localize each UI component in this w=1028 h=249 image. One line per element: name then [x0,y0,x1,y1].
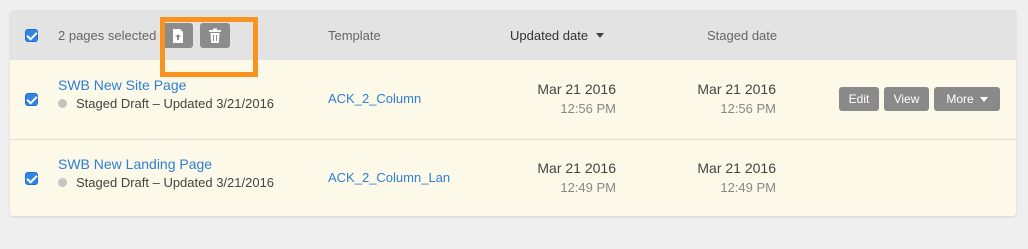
view-button-label: View [893,92,920,106]
page-status: Staged Draft – Updated 3/21/2016 [76,175,275,190]
more-button-label: More [946,92,974,106]
select-all-checkbox[interactable] [25,29,38,42]
row-checkbox[interactable] [25,172,38,185]
view-button[interactable]: View [884,87,929,111]
status-dot-icon [58,178,67,187]
sort-descending-icon[interactable] [596,33,604,38]
staged-time: 12:49 PM [720,180,776,195]
staged-time: 12:56 PM [720,101,776,116]
staged-date: Mar 21 2016 [697,160,776,176]
pages-table: 2 pages selected Template Updated date S… [10,10,1016,216]
staged-date-column-header[interactable]: Staged date [707,28,777,43]
template-link[interactable]: ACK_2_Column [328,91,421,106]
row-checkbox[interactable] [25,93,38,106]
template-link[interactable]: ACK_2_Column_Lan [328,170,450,185]
page-title-link[interactable]: SWB New Landing Page [58,156,212,172]
template-column-header[interactable]: Template [328,28,381,43]
page-status: Staged Draft – Updated 3/21/2016 [76,96,275,111]
bulk-actions-highlight [160,17,258,77]
chevron-down-icon [979,96,988,102]
selection-count-label: 2 pages selected [58,28,157,43]
updated-date: Mar 21 2016 [537,160,616,176]
updated-time: 12:49 PM [560,180,616,195]
updated-date: Mar 21 2016 [537,81,616,97]
updated-date-column-header[interactable]: Updated date [510,28,588,43]
edit-button[interactable]: Edit [839,87,879,111]
page-title-link[interactable]: SWB New Site Page [58,77,186,93]
status-dot-icon [58,99,67,108]
table-row: SWB New Landing Page Staged Draft – Upda… [10,140,1016,216]
staged-date: Mar 21 2016 [697,81,776,97]
more-button[interactable]: More [934,87,1000,111]
updated-time: 12:56 PM [560,101,616,116]
